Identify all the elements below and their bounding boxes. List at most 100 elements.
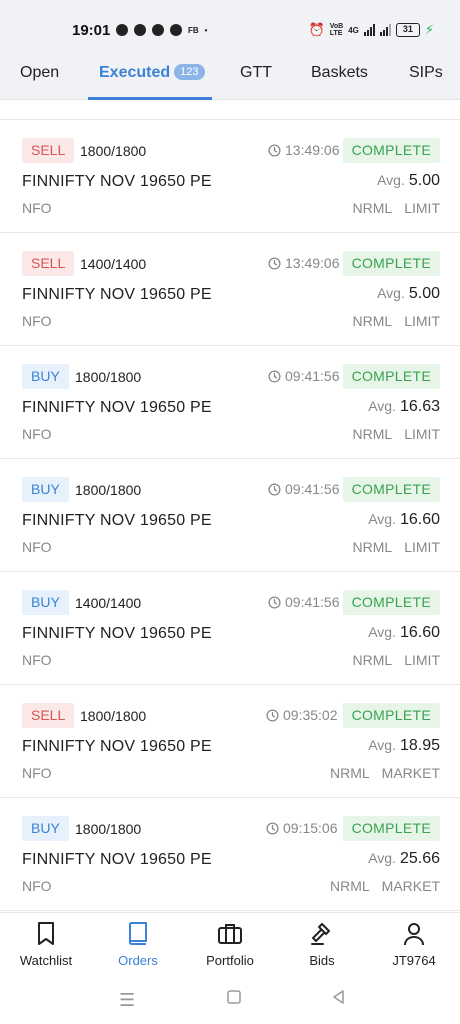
order-symbol: FINNIFTY NOV 19650 PE <box>22 625 212 642</box>
nav-watchlist-label: Watchlist <box>19 953 73 968</box>
tab-gtt[interactable]: GTT <box>240 64 272 82</box>
avg-value: 5.00 <box>408 172 440 189</box>
nav-watchlist[interactable]: Watchlist <box>0 921 92 968</box>
order-time: 13:49:06 <box>268 255 340 271</box>
order-side-badge: BUY <box>22 590 69 615</box>
order-quantity: 1800/1800 <box>75 369 142 385</box>
status-system-icons: ⏰ VoB LTE 4G 31 ⚡ <box>309 22 434 38</box>
order-time-text: 09:15:06 <box>283 820 338 836</box>
executed-order-list: SELL 1800/1800 13:49:06 COMPLETE FINNIFT… <box>0 119 460 911</box>
nav-orders[interactable]: Orders <box>92 921 184 968</box>
order-symbol: FINNIFTY NOV 19650 PE <box>22 851 212 868</box>
order-time-text: 09:41:56 <box>285 594 340 610</box>
bottom-navigation: Watchlist Orders Portfolio Bids JT9764 <box>0 912 460 980</box>
tab-sips-label: SIPs <box>409 64 443 81</box>
order-quantity: 1800/1800 <box>80 708 147 724</box>
order-symbol: FINNIFTY NOV 19650 PE <box>22 399 212 416</box>
status-app-icons: FB • <box>116 24 207 36</box>
clock-icon <box>268 482 281 496</box>
order-product-type: NRML MARKET <box>330 765 440 781</box>
order-time-text: 09:41:56 <box>285 368 340 384</box>
nav-account-label: JT9764 <box>392 953 436 968</box>
order-product-type: NRML MARKET <box>330 878 440 894</box>
order-exchange: NFO <box>22 426 52 442</box>
order-exchange: NFO <box>22 200 52 216</box>
order-average-price: Avg. 18.95 <box>368 737 440 755</box>
tab-executed[interactable]: Executed 123 <box>99 64 205 82</box>
bookmark-icon <box>38 922 54 945</box>
whatsapp-icon <box>116 24 128 36</box>
gavel-icon <box>311 923 330 945</box>
order-time: 09:35:02 <box>266 707 338 723</box>
signal-icon-1 <box>363 24 375 36</box>
status-time: 19:01 <box>72 22 111 39</box>
order-exchange: NFO <box>22 765 52 781</box>
order-type: LIMIT <box>404 539 440 555</box>
order-time: 09:41:56 <box>268 368 340 384</box>
nav-orders-label: Orders <box>118 953 158 968</box>
avg-value: 5.00 <box>408 285 440 302</box>
order-row[interactable]: SELL 1800/1800 13:49:06 COMPLETE FINNIFT… <box>0 120 460 233</box>
order-row[interactable]: SELL 1400/1400 13:49:06 COMPLETE FINNIFT… <box>0 233 460 346</box>
tab-executed-label: Executed <box>99 64 171 81</box>
order-type: LIMIT <box>404 200 440 216</box>
tab-gtt-label: GTT <box>240 64 272 81</box>
volte-icon: VoB LTE <box>329 23 344 37</box>
order-row[interactable]: BUY 1800/1800 09:15:06 COMPLETE FINNIFTY… <box>0 798 460 911</box>
alarm-icon: ⏰ <box>308 22 325 37</box>
recent-apps-icon[interactable]: ☰ <box>119 990 135 1011</box>
nav-bids-label: Bids <box>309 953 335 968</box>
nav-portfolio-label: Portfolio <box>206 953 254 968</box>
clock-icon <box>268 143 281 157</box>
order-exchange: NFO <box>22 878 52 894</box>
order-row[interactable]: BUY 1800/1800 09:41:56 COMPLETE FINNIFTY… <box>0 459 460 572</box>
order-status-badge: COMPLETE <box>342 251 440 276</box>
order-row[interactable]: BUY 1800/1800 09:41:56 COMPLETE FINNIFTY… <box>0 346 460 459</box>
dot-icon: • <box>204 25 208 35</box>
avg-label: Avg. <box>368 850 396 866</box>
status-bar: 19:01 FB • ⏰ VoB LTE 4G 31 ⚡ <box>0 0 460 56</box>
active-tab-indicator <box>88 97 212 100</box>
avg-label: Avg. <box>368 624 396 640</box>
tab-sips[interactable]: SIPs <box>409 64 443 82</box>
order-time: 09:15:06 <box>266 820 338 836</box>
order-symbol: FINNIFTY NOV 19650 PE <box>22 173 212 190</box>
order-time-text: 09:35:02 <box>283 707 338 723</box>
tab-open[interactable]: Open <box>20 64 59 82</box>
more-icon <box>170 24 182 36</box>
order-average-price: Avg. 16.60 <box>368 511 440 529</box>
order-row[interactable]: SELL 1800/1800 09:35:02 COMPLETE FINNIFT… <box>0 685 460 798</box>
avg-value: 16.63 <box>399 398 440 415</box>
order-average-price: Avg. 16.63 <box>368 398 440 416</box>
home-icon[interactable] <box>226 989 242 1010</box>
order-side-badge: BUY <box>22 816 69 841</box>
order-type: MARKET <box>381 878 440 894</box>
avg-value: 18.95 <box>399 737 440 754</box>
nav-portfolio[interactable]: Portfolio <box>184 921 276 968</box>
order-tabs: Open Executed 123 GTT Baskets SIPs <box>0 56 460 100</box>
clock-icon <box>268 595 281 609</box>
order-side-badge: BUY <box>22 364 69 389</box>
order-product: NRML <box>352 313 393 329</box>
nav-bids[interactable]: Bids <box>276 921 368 968</box>
order-time-text: 13:49:06 <box>285 255 340 271</box>
order-status-badge: COMPLETE <box>342 590 440 615</box>
order-type: MARKET <box>381 765 440 781</box>
briefcase-icon <box>218 924 242 944</box>
avg-value: 25.66 <box>399 850 440 867</box>
order-time-text: 13:49:06 <box>285 142 340 158</box>
order-product: NRML <box>352 652 393 668</box>
order-type: LIMIT <box>404 426 440 442</box>
order-product-type: NRML LIMIT <box>353 426 440 442</box>
executed-count-badge: 123 <box>174 64 205 80</box>
tab-baskets-label: Baskets <box>311 64 368 81</box>
tab-baskets[interactable]: Baskets <box>311 64 368 82</box>
nav-account[interactable]: JT9764 <box>368 921 460 968</box>
order-exchange: NFO <box>22 539 52 555</box>
clock-icon <box>266 821 279 835</box>
back-icon[interactable] <box>331 989 347 1010</box>
order-quantity: 1400/1400 <box>80 256 147 272</box>
order-average-price: Avg. 16.60 <box>368 624 440 642</box>
order-row[interactable]: BUY 1400/1400 09:41:56 COMPLETE FINNIFTY… <box>0 572 460 685</box>
order-side-badge: SELL <box>22 703 75 728</box>
